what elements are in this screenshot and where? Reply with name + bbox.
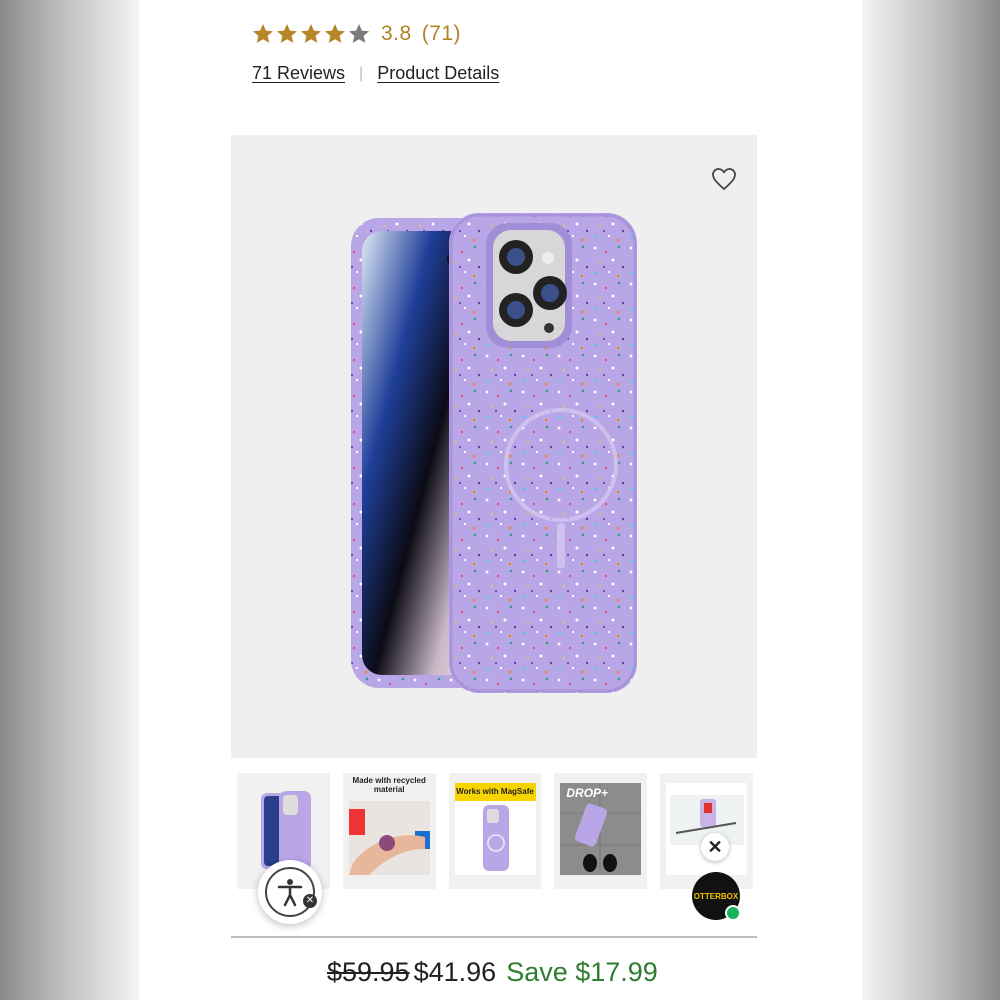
thumbnail-caption: DROP+ [566,786,609,800]
phone-case-illustration [351,213,637,693]
online-status-dot [725,905,741,921]
rating-value: 3.8 [381,22,412,45]
heart-icon[interactable] [711,167,737,191]
rating-count: (71) [421,22,462,45]
product-details-link[interactable]: Product Details [377,63,499,84]
original-price: $59.95 [327,957,410,987]
product-main-image[interactable] [231,135,757,758]
product-links: 71 Reviews | Product Details [252,63,499,84]
thumbnail-5[interactable] [660,773,753,889]
section-divider [231,936,757,938]
star-rating [251,22,371,46]
accessibility-close-icon[interactable]: ✕ [303,894,317,908]
reviews-link[interactable]: 71 Reviews [252,63,345,84]
accessibility-button[interactable]: ✕ [258,860,322,924]
chat-close-button[interactable]: ✕ [701,833,729,861]
link-separator: | [359,64,364,82]
chat-brand-logo: OTTERBOX [693,891,739,901]
price-block: $59.95 $41.96 Save $17.99 [327,957,658,988]
chat-launcher-button[interactable]: OTTERBOX [692,872,741,921]
star-icon [301,24,321,43]
star-empty-icon [349,24,369,43]
star-icon [253,24,273,43]
thumbnail-4[interactable]: DROP+ [554,773,648,889]
sale-price: $41.96 [413,957,497,987]
thumbnail-3[interactable]: Works with MagSafe [448,773,542,889]
accessibility-icon [265,867,315,917]
star-icon [325,24,345,43]
savings-text: Save $17.99 [506,957,658,987]
thumbnail-caption: Works with MagSafe [456,787,534,796]
thumbnail-2[interactable]: Made with recycled material [342,773,436,889]
star-icon [277,24,297,43]
product-page: 3.8 (71) 71 Reviews | Product Details Ma… [139,0,862,1000]
thumbnail-caption: Made with recycled material [352,776,426,794]
rating-summary[interactable]: 3.8 (71) [251,22,461,46]
